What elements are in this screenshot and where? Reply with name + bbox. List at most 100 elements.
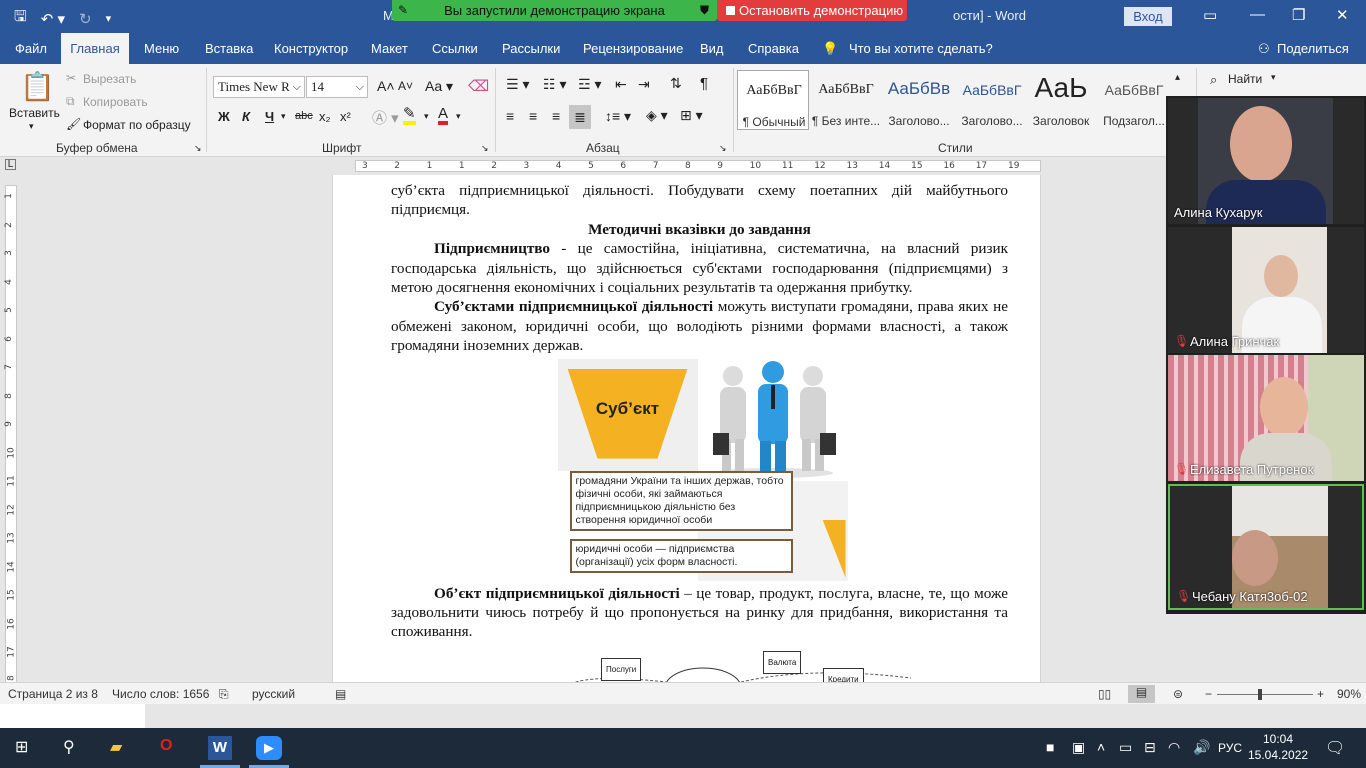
font-name-combo[interactable]: Times New R ⌵ <box>213 76 305 98</box>
windows-start-icon[interactable]: ⊞ <box>15 737 28 757</box>
underline-dropdown-icon[interactable]: ▾ <box>281 111 286 122</box>
subject-figure[interactable]: Суб’єкт громадяни України та інших держа… <box>557 358 848 581</box>
paragraph-launcher-icon[interactable]: ↘ <box>719 143 727 154</box>
style-subtitle[interactable]: АаБбВвГ Подзагол... <box>1098 70 1170 130</box>
tab-mailings[interactable]: Рассылки <box>502 41 560 56</box>
word-icon[interactable]: W <box>208 736 232 760</box>
participant-tile-active[interactable]: 🎙 Чебану Катя3об-02 <box>1168 484 1364 610</box>
participant-tile[interactable]: 🎙 Алина Гринчак <box>1168 227 1364 353</box>
numbering-icon[interactable]: ☷ ▾ <box>543 76 566 93</box>
signin-button[interactable]: Вход <box>1124 7 1172 26</box>
decrease-indent-icon[interactable]: ⇤ <box>615 76 627 93</box>
cut-button[interactable]: Вырезать <box>83 72 136 86</box>
find-button[interactable]: Найти <box>1228 72 1262 86</box>
paste-dropdown-icon[interactable]: ▾ <box>29 121 34 132</box>
font-color-dropdown-icon[interactable]: ▾ <box>456 111 461 122</box>
object-diagram[interactable]: Послуги Валюта Кредити <box>391 650 1008 682</box>
zoom-out-icon[interactable]: − <box>1205 687 1212 701</box>
copy-icon[interactable]: ⧉ <box>66 94 75 109</box>
opera-icon[interactable]: O <box>160 737 172 755</box>
tab-file[interactable]: Файл <box>15 41 47 56</box>
restore-icon[interactable]: ❐ <box>1292 6 1305 24</box>
participant-tile[interactable]: 🎙 Елизавета Путренок <box>1168 355 1364 481</box>
strikethrough-button[interactable]: abc <box>295 110 313 122</box>
line-spacing-icon[interactable]: ↕≡ ▾ <box>605 108 631 125</box>
highlight-icon[interactable]: ✎ <box>403 106 416 125</box>
multilevel-list-icon[interactable]: ☲ ▾ <box>578 76 601 93</box>
shading-icon[interactable]: ◈ ▾ <box>646 107 668 124</box>
wifi-icon[interactable]: ◠ <box>1168 739 1180 756</box>
chevron-up-icon[interactable]: ˄ <box>1097 739 1105 755</box>
tab-references[interactable]: Ссылки <box>432 41 478 56</box>
volume-icon[interactable]: 🔊 <box>1193 739 1210 756</box>
zoom-icon[interactable]: ▶ <box>256 736 282 760</box>
search-icon[interactable]: ⌕ <box>1210 72 1217 88</box>
share-button[interactable]: Поделиться <box>1277 41 1349 56</box>
style-heading2[interactable]: АаБбВвГ Заголово... <box>956 70 1028 130</box>
battery-icon[interactable]: ▭ <box>1119 739 1132 756</box>
read-mode-icon[interactable]: ▯▯ <box>1098 687 1111 701</box>
undo-icon[interactable]: ↶ ▾ <box>41 10 65 28</box>
tab-help[interactable]: Справка <box>748 41 799 56</box>
clear-formatting-icon[interactable]: ⌫ <box>468 77 489 95</box>
notifications-icon[interactable]: 🗨 <box>1325 738 1345 758</box>
tab-insert[interactable]: Вставка <box>205 41 253 56</box>
save-icon[interactable]: 🖫 <box>14 6 27 31</box>
clipboard-launcher-icon[interactable]: ↘ <box>194 143 202 154</box>
close-icon[interactable]: ✕ <box>1336 6 1349 24</box>
paste-button[interactable]: Вставить <box>9 106 60 120</box>
change-case-icon[interactable]: Aa ▾ <box>425 78 453 95</box>
align-center-icon[interactable]: ≡ <box>529 108 537 124</box>
style-no-spacing[interactable]: АаБбВвГ ¶ Без инте... <box>810 70 882 130</box>
proofing-icon[interactable]: ⎘ <box>219 687 229 702</box>
file-explorer-icon[interactable]: ▰ <box>110 737 122 757</box>
minimize-icon[interactable]: — <box>1250 6 1265 23</box>
subscript-button[interactable]: x₂ <box>319 109 331 124</box>
page-indicator[interactable]: Страница 2 из 8 <box>8 687 98 701</box>
bold-button[interactable]: Ж <box>218 109 230 124</box>
page[interactable]: суб’єкта підприємницької діяльності. Поб… <box>332 175 1041 682</box>
web-layout-icon[interactable]: ⊜ <box>1173 687 1183 701</box>
font-color-icon[interactable]: A <box>438 106 449 125</box>
input-language[interactable]: РУС <box>1218 741 1242 755</box>
word-count[interactable]: Число слов: 1656 <box>112 687 209 701</box>
format-painter-button[interactable]: Формат по образцу <box>83 118 191 132</box>
styles-scroll-up-icon[interactable]: ▴ <box>1175 72 1180 83</box>
tab-design[interactable]: Конструктор <box>274 41 348 56</box>
participant-tile[interactable]: Алина Кухарук <box>1168 98 1364 224</box>
zoom-slider[interactable] <box>1217 689 1313 700</box>
tab-view[interactable]: Вид <box>700 41 724 56</box>
clock-time[interactable]: 10:04 <box>1254 732 1302 746</box>
screen-tray-icon[interactable]: ▣ <box>1072 739 1085 756</box>
text-effects-icon[interactable]: Ⓐ ▾ <box>372 107 399 128</box>
vertical-ruler-track[interactable]: 1 2 3 4 5 6 7 8 9 10 11 12 13 14 15 16 17 18 <box>4 185 17 686</box>
highlight-dropdown-icon[interactable]: ▾ <box>424 111 429 122</box>
tab-review[interactable]: Рецензирование <box>583 41 683 56</box>
copy-button[interactable]: Копировать <box>83 95 148 109</box>
ribbon-display-icon[interactable]: ▭ <box>1203 6 1217 24</box>
borders-icon[interactable]: ⊞ ▾ <box>680 107 703 124</box>
tab-home[interactable]: Главная <box>61 33 129 64</box>
customize-qat-icon[interactable]: ▾ <box>106 12 112 25</box>
format-painter-icon[interactable]: 🖌 <box>66 117 81 131</box>
tell-me-input[interactable]: Что вы хотите сделать? <box>849 41 993 56</box>
zoom-in-icon[interactable]: + <box>1317 687 1324 701</box>
zoom-tray-icon[interactable]: ■ <box>1046 739 1054 755</box>
increase-indent-icon[interactable]: ⇥ <box>638 76 650 93</box>
bullets-icon[interactable]: ☰ ▾ <box>506 76 529 93</box>
superscript-button[interactable]: x² <box>340 109 351 124</box>
print-layout-icon[interactable]: ▤ <box>1128 685 1155 703</box>
align-right-icon[interactable]: ≡ <box>552 108 560 124</box>
font-launcher-icon[interactable]: ↘ <box>481 143 489 154</box>
shrink-font-icon[interactable]: A˅ <box>398 79 413 93</box>
cut-icon[interactable]: ✂ <box>66 71 76 85</box>
tab-menu[interactable]: Меню <box>144 41 179 56</box>
redo-icon[interactable]: ↻ <box>79 10 92 28</box>
style-normal[interactable]: АаБбВвГ ¶ Обычный <box>737 70 809 130</box>
paste-icon[interactable]: 📋 <box>20 70 55 103</box>
language-indicator[interactable]: русский <box>252 687 295 701</box>
italic-button[interactable]: К <box>242 109 250 124</box>
find-dropdown-icon[interactable]: ▾ <box>1271 72 1276 83</box>
zoom-thumb[interactable] <box>1257 689 1262 700</box>
justify-icon[interactable]: ≣ <box>569 105 591 129</box>
